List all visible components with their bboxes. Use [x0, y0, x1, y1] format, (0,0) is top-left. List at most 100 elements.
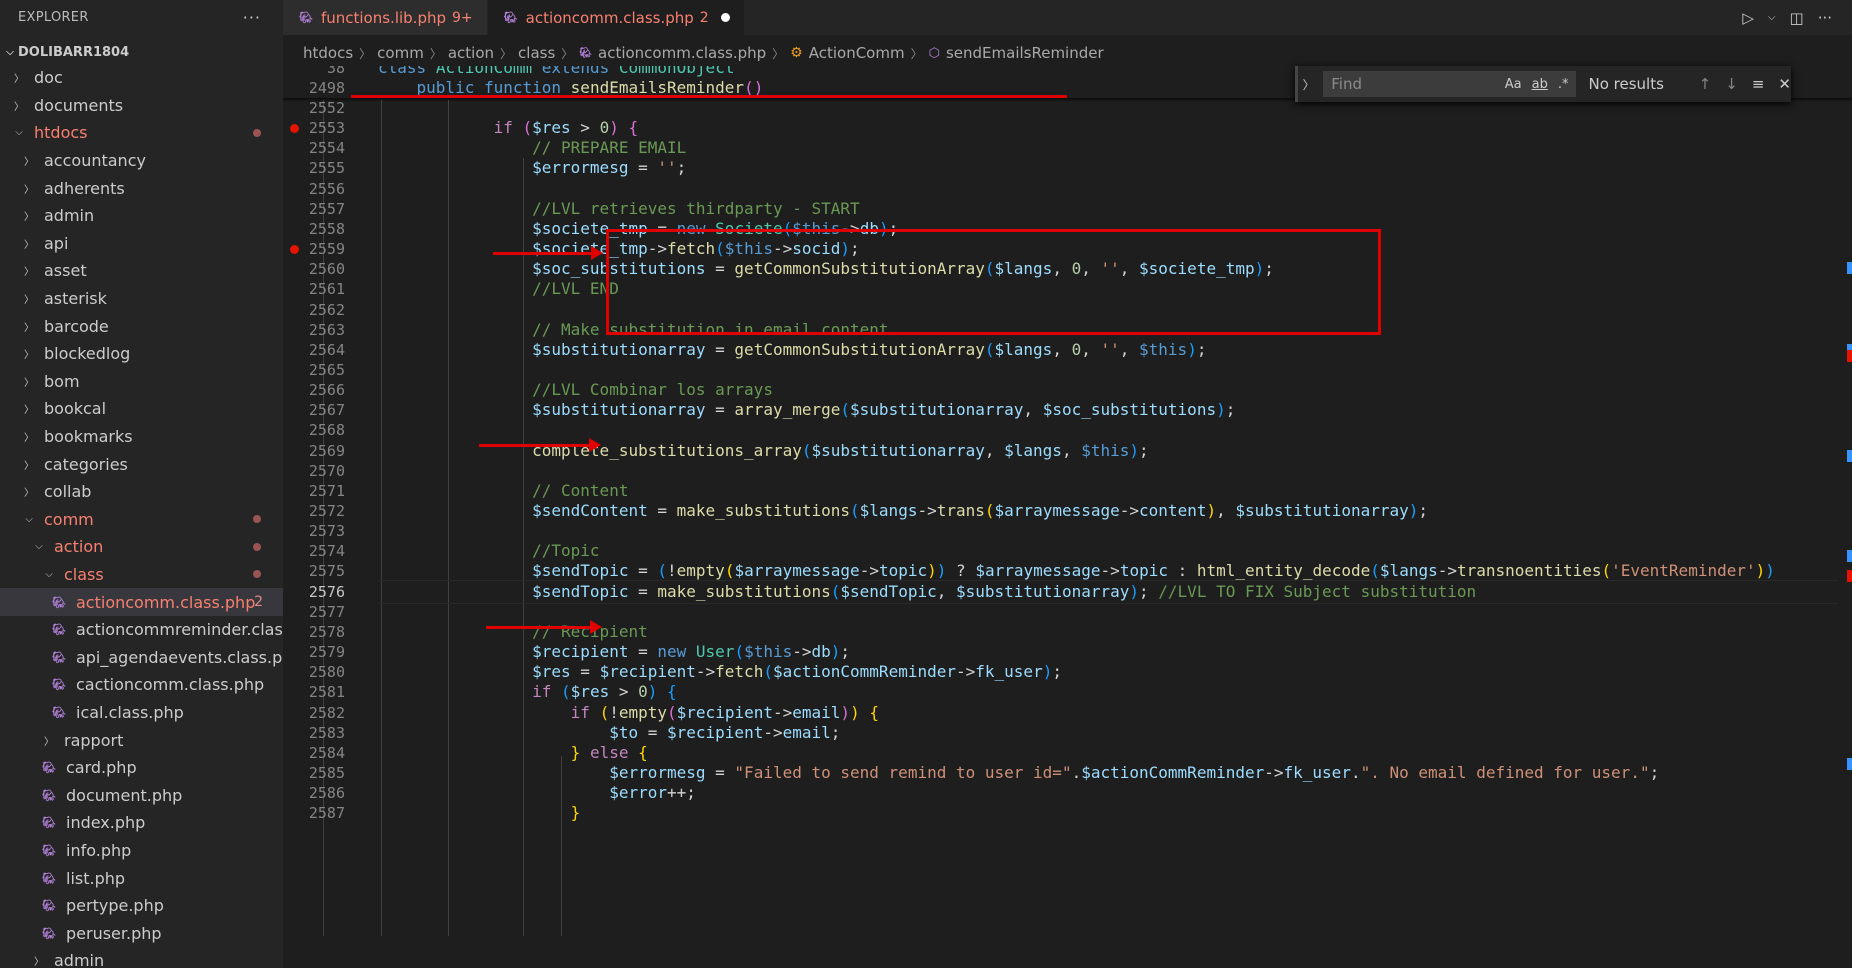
breadcrumb-method[interactable]: sendEmailsReminder — [946, 44, 1104, 62]
tree-file[interactable]: 🐘︎ actioncomm.class.php 2 — [0, 588, 283, 616]
code-token: = — [647, 501, 677, 520]
editor-line[interactable]: 2564 $substitutionarray = getCommonSubst… — [283, 340, 1852, 360]
tree-folder[interactable]: 〉 bom — [0, 368, 283, 396]
chevron-down-icon[interactable]: ⌵ — [1768, 12, 1776, 23]
tree-folder[interactable]: 〉 adherents — [0, 174, 283, 202]
match-whole-word-icon[interactable]: ab — [1532, 77, 1548, 92]
tree-folder[interactable]: 〉 admin — [0, 202, 283, 230]
code-token: empty — [676, 561, 725, 581]
editor-line[interactable]: 2586 $error++; — [283, 783, 1852, 803]
tree-folder[interactable]: 〉 categories — [0, 450, 283, 478]
regex-icon[interactable]: .* — [1558, 77, 1569, 92]
editor-line[interactable]: 2587 } — [283, 803, 1852, 823]
php-file-icon: 🐘︎ — [503, 11, 518, 24]
tree-folder[interactable]: 〉 asterisk — [0, 285, 283, 313]
editor-line[interactable]: 2578 // Recipient — [283, 622, 1852, 642]
more-actions-icon[interactable]: ··· — [243, 8, 261, 27]
tree-file[interactable]: 🐘︎ actioncommreminder.class... — [0, 616, 283, 644]
find-in-selection-icon[interactable]: ≡ — [1752, 75, 1765, 93]
line-number: 2567 — [308, 401, 345, 420]
tree-folder[interactable]: ⌵ class — [0, 561, 283, 589]
breadcrumb-file[interactable]: actioncomm.class.php — [598, 44, 766, 62]
close-icon[interactable]: ✕ — [1778, 75, 1791, 93]
editor-line[interactable]: 2584 } else { — [283, 743, 1852, 763]
unsaved-dot-icon[interactable] — [720, 13, 730, 22]
tree-folder[interactable]: 〉 doc — [0, 64, 283, 92]
editor-line[interactable]: 2582 if (!empty($recipient->email)) { — [283, 703, 1852, 723]
code-token: > — [609, 682, 639, 702]
arrow-down-icon[interactable]: ↓ — [1725, 75, 1738, 93]
tree-folder[interactable]: 〉 bookmarks — [0, 423, 283, 451]
tree-file[interactable]: 🐘︎ info.php — [0, 837, 283, 865]
editor-line[interactable]: 2556 — [283, 179, 1852, 199]
editor-line[interactable]: 2580 $res = $recipient->fetch($actionCom… — [283, 662, 1852, 682]
code-token: $actionCommReminder — [1081, 762, 1265, 782]
editor-line[interactable]: 2557 //LVL retrieves thirdparty - START — [283, 199, 1852, 219]
tree-folder[interactable]: 〉 accountancy — [0, 147, 283, 175]
tree-folder[interactable]: 〉 admin — [0, 947, 283, 968]
editor-line[interactable]: 2583 $to = $recipient->email; — [283, 723, 1852, 743]
tree-folder[interactable]: 〉 documents — [0, 92, 283, 120]
tree-folder[interactable]: 〉 blockedlog — [0, 340, 283, 368]
editor-line[interactable]: 2574 //Topic — [283, 541, 1852, 561]
tree-file[interactable]: 🐘︎ api_agendaevents.class.php — [0, 643, 283, 671]
editor-line[interactable]: 2571 // Content — [283, 481, 1852, 501]
match-case-icon[interactable]: Aa — [1505, 77, 1522, 92]
breadcrumb-class[interactable]: ActionComm — [809, 44, 905, 62]
tree-file[interactable]: 🐘︎ list.php — [0, 864, 283, 892]
workspace-root[interactable]: ⌵ DOLIBARR1804 — [0, 40, 283, 64]
editor-line[interactable]: 2579 $recipient = new User($this->db); — [283, 642, 1852, 662]
tab-functions-lib[interactable]: 🐘︎ functions.lib.php 9+ — [283, 0, 488, 35]
tree-file[interactable]: 🐘︎ peruser.php — [0, 919, 283, 947]
tree-folder[interactable]: ⌵ htdocs — [0, 119, 283, 147]
tree-folder[interactable]: 〉 bookcal — [0, 395, 283, 423]
tree-folder[interactable]: ⌵ comm — [0, 506, 283, 534]
editor-line[interactable]: 2577 — [283, 602, 1852, 622]
tree-file[interactable]: 🐘︎ card.php — [0, 754, 283, 782]
code-token: ( — [667, 702, 677, 722]
tree-item-label: bom — [44, 371, 80, 391]
tree-folder[interactable]: 〉 asset — [0, 257, 283, 285]
editor-line[interactable]: 2554 // PREPARE EMAIL — [283, 138, 1852, 158]
editor-line[interactable]: 2555 $errormesg = ''; — [283, 158, 1852, 178]
code-editor[interactable]: 38 class ActionComm extends CommonObject 2… — [283, 66, 1852, 968]
code-token: fk_user — [1283, 762, 1351, 782]
breadcrumb-item[interactable]: htdocs — [303, 44, 353, 62]
split-editor-icon[interactable]: ◫ — [1790, 9, 1804, 27]
editor-line[interactable]: 2565 — [283, 360, 1852, 380]
breadcrumb-item[interactable]: class — [518, 44, 555, 62]
tree-file[interactable]: 🐘︎ index.php — [0, 809, 283, 837]
arrow-up-icon[interactable]: ↑ — [1699, 75, 1712, 93]
more-actions-icon[interactable]: ··· — [1818, 9, 1832, 27]
tree-file[interactable]: 🐘︎ pertype.php — [0, 892, 283, 920]
toggle-replace-chevron-icon[interactable]: 〉 — [1298, 76, 1319, 93]
editor-line[interactable]: 2567 $substitutionarray = array_merge($s… — [283, 400, 1852, 420]
find-input[interactable]: Find Aa ab .* — [1323, 71, 1577, 97]
breadcrumb-item[interactable]: action — [448, 44, 494, 62]
run-icon[interactable]: ▷ — [1742, 9, 1754, 27]
editor-line[interactable]: 2575 $sendTopic = (!empty($arraymessage-… — [283, 561, 1852, 581]
editor-line[interactable]: 2585 $errormesg = "Failed to send remind… — [283, 763, 1852, 783]
chevron-right-icon: 〉 — [24, 460, 34, 472]
breadcrumb-item[interactable]: comm — [377, 44, 424, 62]
tree-folder[interactable]: ⌵ action — [0, 533, 283, 561]
tree-file[interactable]: 🐘︎ cactioncomm.class.php — [0, 671, 283, 699]
editor-line[interactable]: 2572 $sendContent = make_substitutions($… — [283, 501, 1852, 521]
tree-file[interactable]: 🐘︎ document.php — [0, 781, 283, 809]
editor-line[interactable]: 2566 //LVL Combinar los arrays — [283, 380, 1852, 400]
editor-line[interactable]: 2573 — [283, 521, 1852, 541]
editor-line[interactable]: 2576 $sendTopic = make_substitutions($se… — [283, 582, 1852, 602]
tree-folder[interactable]: 〉 api — [0, 230, 283, 258]
tree-folder[interactable]: 〉 collab — [0, 478, 283, 506]
tree-folder[interactable]: 〉 barcode — [0, 312, 283, 340]
editor-line[interactable]: 2570 — [283, 461, 1852, 481]
editor-line[interactable]: 2581 if ($res > 0) { — [283, 682, 1852, 702]
tree-item-label: admin — [54, 951, 105, 968]
tree-file[interactable]: 🐘︎ ical.class.php — [0, 699, 283, 727]
line-number: 2581 — [308, 683, 345, 702]
editor-line[interactable]: 2568 — [283, 420, 1852, 440]
editor-line[interactable]: 2553 if ($res > 0) { — [283, 118, 1852, 138]
tab-actioncomm-class[interactable]: 🐘︎ actioncomm.class.php 2 — [487, 0, 745, 35]
tree-folder[interactable]: 〉 rapport — [0, 726, 283, 754]
code-token: ) — [1187, 339, 1197, 359]
